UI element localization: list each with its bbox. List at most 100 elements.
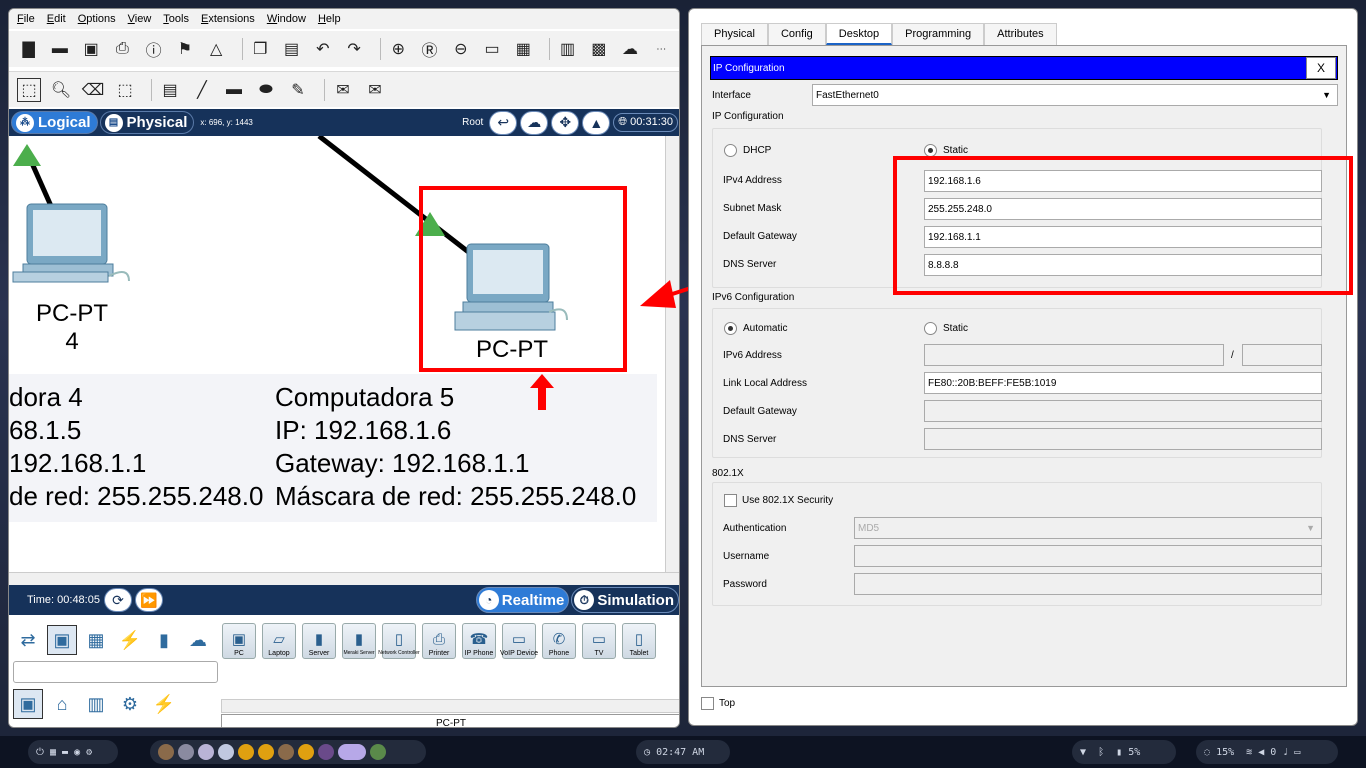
rectangle-icon[interactable]: ▬ xyxy=(222,78,246,102)
copy-icon[interactable]: ❐ xyxy=(249,37,272,61)
ellipse-icon[interactable]: ⬬ xyxy=(254,78,278,102)
open-folder-icon[interactable]: ▬ xyxy=(48,37,71,61)
device-phone[interactable]: ✆ Phone xyxy=(541,623,577,679)
interface-select[interactable]: FastEthernet0 ▼ xyxy=(812,84,1338,106)
power-grid-icon[interactable]: ⚡ xyxy=(149,689,179,719)
ipv6-dns-input[interactable] xyxy=(924,428,1322,450)
components-icon[interactable]: ▦ xyxy=(81,625,111,655)
tab-config[interactable]: Config xyxy=(767,23,826,45)
connections-icon[interactable]: ⚡ xyxy=(115,625,145,655)
logical-button[interactable]: ⁂ Logical xyxy=(11,111,98,134)
menu-help[interactable]: Help xyxy=(318,13,341,25)
device-server[interactable]: ▮ Server xyxy=(301,623,337,679)
fast-forward-icon[interactable]: ⏩ xyxy=(134,588,163,612)
link-local-input[interactable]: FE80::20B:BEFF:FE5B:1019 xyxy=(924,372,1322,394)
canvas-horizontal-scrollbar[interactable] xyxy=(9,572,679,585)
industrial-icon[interactable]: ⚙ xyxy=(115,689,145,719)
drawing-palette-icon[interactable]: ▭ xyxy=(480,37,503,61)
zoom-in-icon[interactable]: ⊕ xyxy=(387,37,410,61)
app-icon-3[interactable] xyxy=(198,744,214,760)
tab-physical[interactable]: Physical xyxy=(701,23,768,45)
power-cycle-icon[interactable]: ⟳ xyxy=(103,588,132,612)
paste-icon[interactable]: ▤ xyxy=(280,37,303,61)
app-icon-2[interactable] xyxy=(178,744,194,760)
tab-desktop[interactable]: Desktop xyxy=(825,23,893,45)
device-laptop[interactable]: ▱ Laptop xyxy=(261,623,297,679)
logical-workspace[interactable]: PC-PT 4 PC-PT dora 4 68.1.5 192.168.1.1 … xyxy=(9,136,665,572)
app-icon-7[interactable] xyxy=(370,744,386,760)
top-checkbox[interactable] xyxy=(701,697,714,710)
move-object-icon[interactable]: ✥ xyxy=(551,110,580,135)
ipv6-gateway-input[interactable] xyxy=(924,400,1322,422)
menu-window[interactable]: Window xyxy=(267,13,306,25)
cluster-icon[interactable]: ▩ xyxy=(587,37,610,61)
note-icon[interactable]: ▤ xyxy=(158,78,182,102)
app-icon-1[interactable] xyxy=(158,744,174,760)
zoom-reset-icon[interactable]: Ⓡ xyxy=(418,37,441,61)
simulation-button[interactable]: ⏱ Simulation xyxy=(571,587,679,613)
tab-programming[interactable]: Programming xyxy=(892,23,985,45)
canvas-note[interactable]: dora 4 68.1.5 192.168.1.1 de red: 255.25… xyxy=(9,374,657,522)
password-input[interactable] xyxy=(854,573,1322,595)
app-icon-4[interactable] xyxy=(218,744,234,760)
resize-icon[interactable]: ⬚ xyxy=(113,78,137,102)
device-ip-phone[interactable]: ☎ IP Phone xyxy=(461,623,497,679)
print-icon[interactable]: ⎙ xyxy=(111,37,134,61)
info-icon[interactable]: ⓘ xyxy=(142,37,165,61)
network-devices-icon[interactable]: ⇄ xyxy=(13,625,43,655)
menu-options[interactable]: Options xyxy=(78,13,116,25)
device-search-input[interactable] xyxy=(13,661,218,683)
chrome-icon-3[interactable] xyxy=(298,744,314,760)
misc-icon[interactable]: ▮ xyxy=(149,625,179,655)
menu-file[interactable]: File xyxy=(17,13,35,25)
dhcp-radio[interactable] xyxy=(724,144,737,157)
static6-radio[interactable] xyxy=(924,322,937,335)
username-input[interactable] xyxy=(854,545,1322,567)
select-icon[interactable]: ⬚ xyxy=(17,77,41,102)
activity-wizard-icon[interactable]: ⚑ xyxy=(173,37,196,61)
dot1x-checkbox[interactable] xyxy=(724,494,737,507)
menu-extensions[interactable]: Extensions xyxy=(201,13,255,25)
view-command-log-icon[interactable]: ▥ xyxy=(556,37,579,61)
device-list-scrollbar[interactable] xyxy=(221,699,679,713)
pc4-label[interactable]: PC-PT 4 xyxy=(29,300,115,356)
status-tray[interactable]: ▼ ᛒ ▮ 5% xyxy=(1072,740,1176,764)
device-meraki-server[interactable]: ▮ Meraki Server xyxy=(341,623,377,679)
device-network-controller[interactable]: ▯ Network Controller xyxy=(378,623,420,679)
save-icon[interactable]: ▣ xyxy=(80,37,103,61)
device-tv[interactable]: ▭ TV xyxy=(581,623,617,679)
menu-view[interactable]: View xyxy=(128,13,152,25)
realtime-button[interactable]: ◔ Realtime xyxy=(475,587,570,613)
inspect-icon[interactable]: 🔍︎ xyxy=(49,78,73,102)
system-stats[interactable]: ◌ 15% ≋ ◀ 0 ♩ ▭ xyxy=(1196,740,1338,764)
complex-pdu-icon[interactable]: ✉ xyxy=(363,78,387,102)
back-icon[interactable]: ↩ xyxy=(489,110,518,135)
system-tray-left[interactable]: ⏻ ▦ ▬ ◉ ⚙ xyxy=(28,740,118,764)
chrome-icon[interactable] xyxy=(238,744,254,760)
custom-devices-icon[interactable]: ▦ xyxy=(512,37,535,61)
taskbar-clock[interactable]: ◷ 02:47 AM xyxy=(636,740,730,764)
authentication-select[interactable]: MD5 ▼ xyxy=(854,517,1322,539)
device-voip-device[interactable]: ▭ VoIP Device xyxy=(500,623,538,679)
cloud-icon[interactable]: ☁ xyxy=(618,37,641,61)
redo-icon[interactable]: ↷ xyxy=(342,37,365,61)
set-background-icon[interactable]: ▲ xyxy=(582,110,611,135)
tab-attributes[interactable]: Attributes xyxy=(984,23,1057,45)
viewport-clock[interactable]: 🌐︎ 00:31:30 xyxy=(613,113,678,132)
canvas-vertical-scrollbar[interactable] xyxy=(665,136,679,572)
zoom-out-icon[interactable]: ⊖ xyxy=(449,37,472,61)
new-file-icon[interactable]: ▇ xyxy=(17,37,40,61)
automatic-radio[interactable] xyxy=(724,322,737,335)
ipv6-prefix-input[interactable] xyxy=(1242,344,1322,366)
multiuser-cloud-icon[interactable]: ☁ xyxy=(183,625,213,655)
close-button[interactable]: X xyxy=(1306,57,1336,79)
freeform-icon[interactable]: ✎ xyxy=(286,78,310,102)
device-pc[interactable]: ▣ PC xyxy=(221,623,257,679)
end-devices-icon[interactable]: ▣ xyxy=(47,625,77,655)
app-icon-5[interactable] xyxy=(278,744,294,760)
undo-icon[interactable]: ↶ xyxy=(311,37,334,61)
home-icon[interactable]: ⌂ xyxy=(47,689,77,719)
menu-edit[interactable]: Edit xyxy=(47,13,66,25)
device-printer[interactable]: ⎙ Printer xyxy=(421,623,457,679)
smart-city-icon[interactable]: ▥ xyxy=(81,689,111,719)
